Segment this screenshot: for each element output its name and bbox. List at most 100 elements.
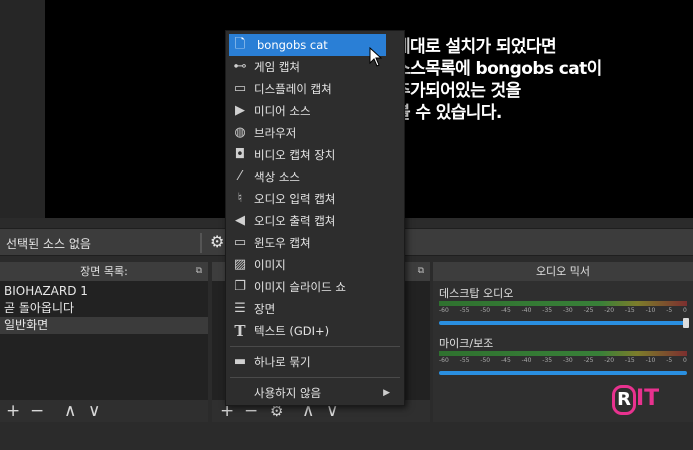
slider-handle[interactable] (683, 318, 689, 328)
scene-item[interactable]: BIOHAZARD 1 (0, 283, 208, 300)
file-icon: 🗋 (234, 37, 246, 52)
menu-item-label: 윈도우 캡쳐 (254, 236, 311, 250)
menu-item-label: 미디어 소스 (254, 104, 311, 118)
meter-ticks: -60 -55 -50 -45 -40 -35 -30 -25 -20 -15 -10 -5 0 (439, 307, 687, 317)
mouse-cursor-icon (369, 47, 383, 67)
add-scene-button[interactable]: + (6, 401, 20, 421)
meter-tick-label: -30 (562, 307, 573, 314)
scenes-footer: + − ∧ ∨ (0, 400, 208, 422)
meter-tick-label: 0 (683, 357, 687, 364)
logo-text: IT (636, 386, 660, 411)
menu-item-label: bongobs cat (257, 38, 328, 52)
monitor-icon: ▭ (233, 81, 247, 96)
watermark-logo: R IT (612, 385, 659, 415)
meter-tick-label: -5 (666, 307, 673, 314)
play-icon: ▶ (235, 103, 245, 118)
meter-tick-label: -15 (624, 357, 635, 364)
meter-tick-label: -55 (459, 307, 470, 314)
globe-icon: ◍ (234, 125, 246, 140)
mixer-header: 오디오 믹서 (433, 262, 693, 281)
menu-item-display-capture[interactable]: ▭ 디스플레이 캡쳐 (226, 78, 404, 100)
menu-item-deprecated[interactable]: 사용하지 않음 ▶ (226, 382, 404, 404)
scene-item[interactable]: 곧 돌아옵니다 (0, 300, 208, 317)
scene-item[interactable]: 일반화면 (0, 317, 208, 334)
menu-item-color-source[interactable]: ⁄ 색상 소스 (226, 166, 404, 188)
gamepad-icon: ⊷ (233, 59, 247, 74)
remove-scene-button[interactable]: − (30, 401, 44, 421)
menu-separator (230, 377, 400, 378)
volume-meter (439, 301, 687, 306)
annotation-line-2: 소스목록에 bongobs cat이 (395, 59, 602, 79)
meter-tick-label: -40 (521, 307, 532, 314)
menu-item-label: 하나로 묶기 (254, 355, 311, 369)
move-scene-down-button[interactable]: ∨ (88, 401, 100, 421)
menu-item-label: 오디오 출력 캡쳐 (254, 214, 336, 228)
menu-item-group[interactable]: ▬ 하나로 묶기 (226, 351, 404, 373)
menu-item-label: 비디오 캡쳐 장치 (254, 148, 336, 162)
menu-item-audio-output-capture[interactable]: ◀ 오디오 출력 캡쳐 (226, 210, 404, 232)
meter-tick-label: -40 (521, 357, 532, 364)
meter-tick-label: -25 (583, 307, 594, 314)
volume-meter (439, 351, 687, 356)
channel-name: 마이크/보조 (439, 337, 494, 350)
meter-tick-label: -35 (542, 307, 553, 314)
mixer-channel: 마이크/보조 -60 -55 -50 -45 -40 -35 -30 -25 -20 -15 -10… (439, 335, 687, 375)
meter-tick-label: -55 (459, 357, 470, 364)
meter-tick-label: -50 (480, 357, 491, 364)
menu-item-scene[interactable]: ☰ 장면 (226, 298, 404, 320)
mixer-channel: 데스크탑 오디오 -60 -55 -50 -45 -40 -35 -30 -25 -20 -15-… (439, 285, 689, 328)
meter-tick-label: -60 (439, 307, 449, 314)
volume-slider[interactable] (439, 318, 689, 328)
toolbar-divider (200, 233, 202, 253)
channel-name: 데스크탑 오디오 (439, 287, 514, 300)
meter-tick-label: -10 (645, 357, 656, 364)
text-icon: T (234, 322, 246, 340)
add-source-context-menu: 🗋 bongobs cat ⊷ 게임 캡쳐 ▭ 디스플레이 캡쳐 ▶ 미디어 소… (225, 30, 405, 406)
no-source-selected-label: 선택된 소스 없음 (6, 237, 91, 251)
logo-ring: R (612, 385, 636, 415)
image-icon: ▨ (233, 257, 247, 272)
microphone-icon: ♮ (237, 191, 243, 206)
scenes-list: BIOHAZARD 1 곧 돌아옵니다 일반화면 (0, 281, 208, 401)
menu-item-label: 색상 소스 (254, 170, 300, 184)
scenes-header: 장면 목록: ⧉ (0, 262, 208, 281)
submenu-arrow-icon: ▶ (383, 388, 390, 398)
meter-tick-label: -25 (583, 357, 594, 364)
annotation-text: 제대로 설치가 되었다면 소스목록에 bongobs cat이 추가되어있는 것… (395, 36, 693, 124)
menu-item-label: 텍스트 (GDI+) (254, 324, 330, 338)
annotation-line-1: 제대로 설치가 되었다면 (395, 37, 557, 57)
menu-item-label: 사용하지 않음 (254, 386, 322, 400)
menu-item-window-capture[interactable]: ▭ 윈도우 캡쳐 (226, 232, 404, 254)
meter-tick-label: -5 (666, 357, 673, 364)
folder-icon: ▬ (233, 354, 247, 369)
speaker-icon: ◀ (235, 213, 245, 228)
menu-separator (230, 346, 400, 347)
camera-icon: ◘ (234, 147, 246, 162)
meter-tick-label: 0 (683, 307, 687, 314)
menu-item-media-source[interactable]: ▶ 미디어 소스 (226, 100, 404, 122)
volume-slider[interactable] (439, 371, 687, 375)
move-scene-up-button[interactable]: ∧ (64, 401, 76, 421)
undock-icon[interactable]: ⧉ (418, 262, 424, 281)
menu-item-label: 게임 캡쳐 (254, 60, 300, 74)
slideshow-icon: ❐ (234, 279, 246, 294)
mixer-title: 오디오 믹서 (535, 265, 591, 278)
list-icon: ☰ (234, 301, 246, 316)
menu-item-image[interactable]: ▨ 이미지 (226, 254, 404, 276)
menu-item-label: 브라우저 (254, 126, 297, 140)
menu-item-label: 장면 (254, 302, 276, 316)
menu-item-audio-input-capture[interactable]: ♮ 오디오 입력 캡쳐 (226, 188, 404, 210)
meter-tick-label: -30 (562, 357, 573, 364)
brush-icon: ⁄ (238, 169, 242, 184)
menu-item-browser[interactable]: ◍ 브라우저 (226, 122, 404, 144)
menu-item-text-gdi[interactable]: T 텍스트 (GDI+) (226, 320, 404, 342)
window-icon: ▭ (233, 235, 247, 250)
menu-item-label: 디스플레이 캡쳐 (254, 82, 332, 96)
menu-item-bongobs-cat[interactable]: 🗋 bongobs cat (229, 34, 386, 56)
menu-item-label: 이미지 (254, 258, 286, 272)
menu-item-video-capture-device[interactable]: ◘ 비디오 캡쳐 장치 (226, 144, 404, 166)
undock-icon[interactable]: ⧉ (196, 262, 202, 281)
gear-icon[interactable]: ⚙ (210, 232, 224, 251)
annotation-line-4: 볼 수 있습니다. (395, 103, 502, 123)
menu-item-image-slideshow[interactable]: ❐ 이미지 슬라이드 쇼 (226, 276, 404, 298)
